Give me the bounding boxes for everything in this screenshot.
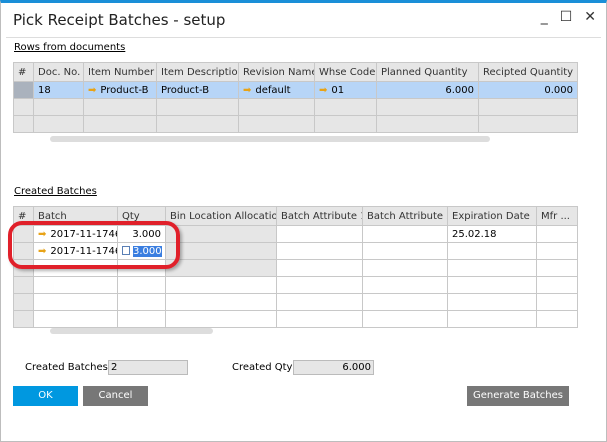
horizontal-scrollbar[interactable] — [50, 136, 490, 142]
ok-button[interactable]: OK — [13, 386, 78, 406]
col-header[interactable]: Bin Location Allocation — [165, 206, 277, 226]
item-description-cell: Product-B — [156, 81, 239, 99]
minimize-icon[interactable]: _ — [541, 9, 548, 25]
planned-qty-cell: 6.000 — [376, 81, 479, 99]
col-header[interactable]: Planned Quantity — [376, 62, 479, 82]
batches-section-title: Created Batches — [14, 186, 97, 197]
maximize-icon[interactable]: ☐ — [560, 9, 573, 25]
link-arrow-icon[interactable]: ➡ — [88, 85, 96, 96]
expiration-cell[interactable]: 25.02.18 — [447, 225, 537, 243]
col-header[interactable]: Recipted Quantity — [478, 62, 578, 82]
horizontal-scrollbar[interactable] — [50, 328, 213, 334]
revision-name: default — [255, 84, 291, 96]
item-number: Product-B — [100, 84, 149, 96]
col-header[interactable]: Mfr ... — [536, 206, 578, 226]
created-qty-field[interactable]: 6.000 — [293, 360, 374, 375]
table-row[interactable] — [13, 115, 578, 133]
doc-no-cell: 18 — [33, 81, 84, 99]
col-header[interactable]: Batch Attribute 1 — [276, 206, 363, 226]
col-header[interactable]: Item Description — [156, 62, 239, 82]
close-icon[interactable]: ✕ — [584, 9, 596, 25]
col-header[interactable]: # — [13, 62, 34, 82]
created-batches-field[interactable]: 2 — [108, 360, 188, 375]
row-selector[interactable] — [13, 81, 34, 99]
highlight-annotation — [8, 221, 180, 269]
col-header[interactable]: Doc. No. — [33, 62, 84, 82]
title-divider — [6, 37, 601, 38]
col-header[interactable]: Expiration Date — [447, 206, 537, 226]
col-header[interactable]: Whse Code — [314, 62, 377, 82]
col-header[interactable]: Batch Attribute 2 — [362, 206, 448, 226]
created-qty-label: Created Qty — [232, 362, 293, 373]
recipted-qty-cell: 0.000 — [478, 81, 578, 99]
table-row[interactable] — [13, 98, 578, 116]
window-title: Pick Receipt Batches - setup — [13, 11, 226, 29]
table-row[interactable] — [13, 276, 578, 294]
rows-section-title: Rows from documents — [14, 42, 126, 53]
table-row[interactable] — [13, 293, 578, 311]
table-row[interactable] — [13, 310, 578, 328]
link-arrow-icon[interactable]: ➡ — [319, 85, 327, 96]
created-batches-label: Created Batches — [25, 362, 108, 373]
table-row[interactable]: 18 ➡ Product-B Product-B ➡ default ➡ 01 6.0… — [13, 81, 578, 99]
generate-batches-button[interactable]: Generate Batches — [467, 386, 569, 406]
cancel-button[interactable]: Cancel — [83, 386, 148, 406]
col-header[interactable]: Revision Name — [238, 62, 315, 82]
col-header[interactable]: Item Number — [83, 62, 157, 82]
rows-table: # Doc. No. Item Number Item Description … — [13, 62, 578, 133]
link-arrow-icon[interactable]: ➡ — [243, 85, 251, 96]
whse-code: 01 — [331, 84, 345, 96]
